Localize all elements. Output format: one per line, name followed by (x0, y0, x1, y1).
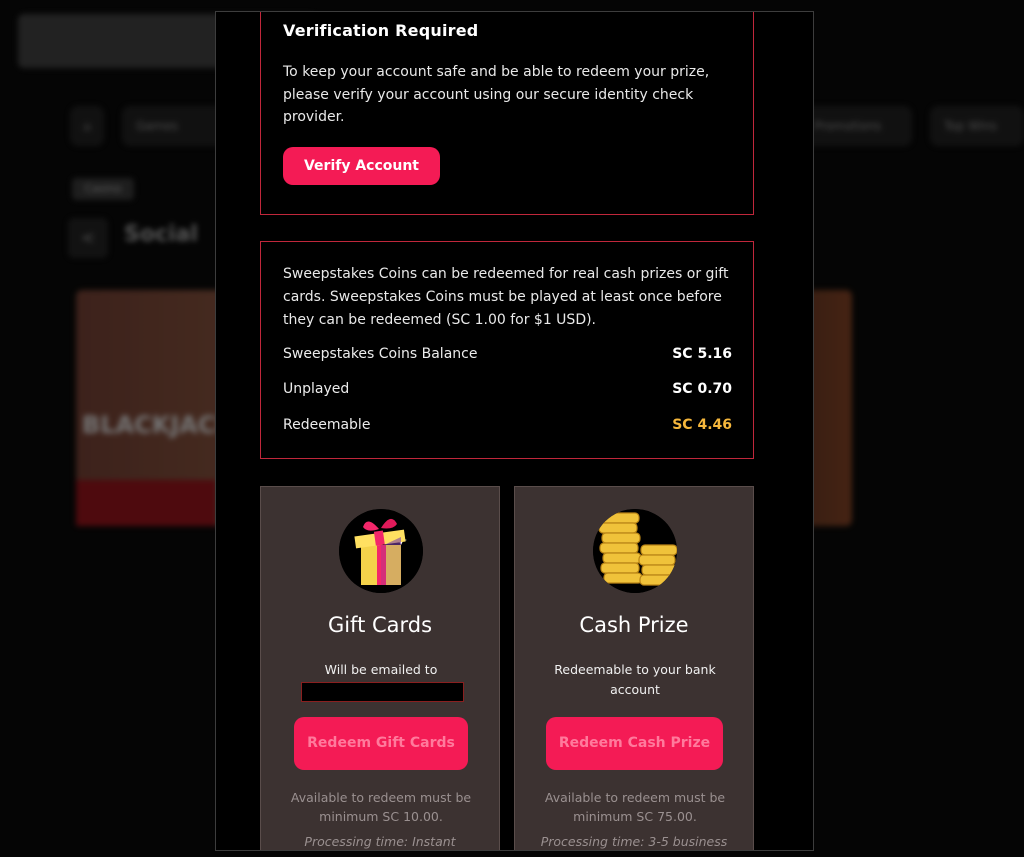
balance-description: Sweepstakes Coins can be redeemed for re… (283, 266, 729, 328)
verify-account-button[interactable]: Verify Account (283, 147, 440, 185)
cash-prize-option: Cash Prize Redeemable to your bank accou… (514, 486, 754, 850)
cash-prize-subtitle: Redeemable to your bank account (554, 662, 716, 697)
balance-panel: Sweepstakes Coins can be redeemed for re… (260, 241, 754, 459)
redeem-cash-prize-button[interactable]: Redeem Cash Prize (546, 717, 723, 770)
background-back-button: < (68, 218, 108, 258)
cash-prize-processing-time: Processing time: 3-5 business (540, 834, 728, 849)
gift-icon (339, 509, 423, 593)
balance-row: Sweepstakes Coins Balance SC 5.16 (283, 346, 732, 368)
gift-card-option: Gift Cards Will be emailed to Redeem Gif… (260, 486, 500, 850)
background-page-title: Social (124, 222, 198, 247)
balance-value: SC 5.16 (672, 346, 732, 362)
background-breadcrumb: Casino (72, 178, 134, 200)
redeemable-row: Redeemable SC 4.46 (283, 417, 732, 439)
background-nav-pill: Promotions (800, 106, 912, 146)
cash-prize-minimum-note: Available to redeem must be minimum SC 7… (544, 790, 726, 824)
redeemable-label: Redeemable (283, 417, 371, 433)
background-banner-text: BLACKJACK (82, 411, 235, 439)
verification-text: To keep your account safe and be able to… (283, 64, 710, 125)
unplayed-label: Unplayed (283, 381, 350, 397)
email-field (301, 682, 464, 702)
verification-title: Verification Required (283, 21, 479, 40)
unplayed-value: SC 0.70 (672, 381, 732, 397)
gift-cards-processing-time: Processing time: Instant (304, 834, 456, 849)
balance-label: Sweepstakes Coins Balance (283, 346, 478, 362)
background-nav-pill: Top Wins (930, 106, 1024, 146)
unplayed-row: Unplayed SC 0.70 (283, 381, 732, 403)
background-banner-strip (76, 480, 216, 526)
verification-panel: Verification Required To keep your accou… (260, 12, 754, 215)
gift-cards-minimum-note: Available to redeem must be minimum SC 1… (290, 790, 472, 824)
cash-prize-title: Cash Prize (579, 613, 689, 637)
redeemable-value: SC 4.46 (672, 417, 732, 433)
coins-icon (593, 509, 677, 593)
redeem-gift-cards-button[interactable]: Redeem Gift Cards (294, 717, 468, 770)
redeem-modal: Verification Required To keep your accou… (215, 11, 814, 851)
gift-cards-title: Gift Cards (327, 613, 433, 637)
gift-cards-subtitle: Will be emailed to (324, 662, 438, 677)
background-nav-home: ⌂ (70, 106, 104, 146)
